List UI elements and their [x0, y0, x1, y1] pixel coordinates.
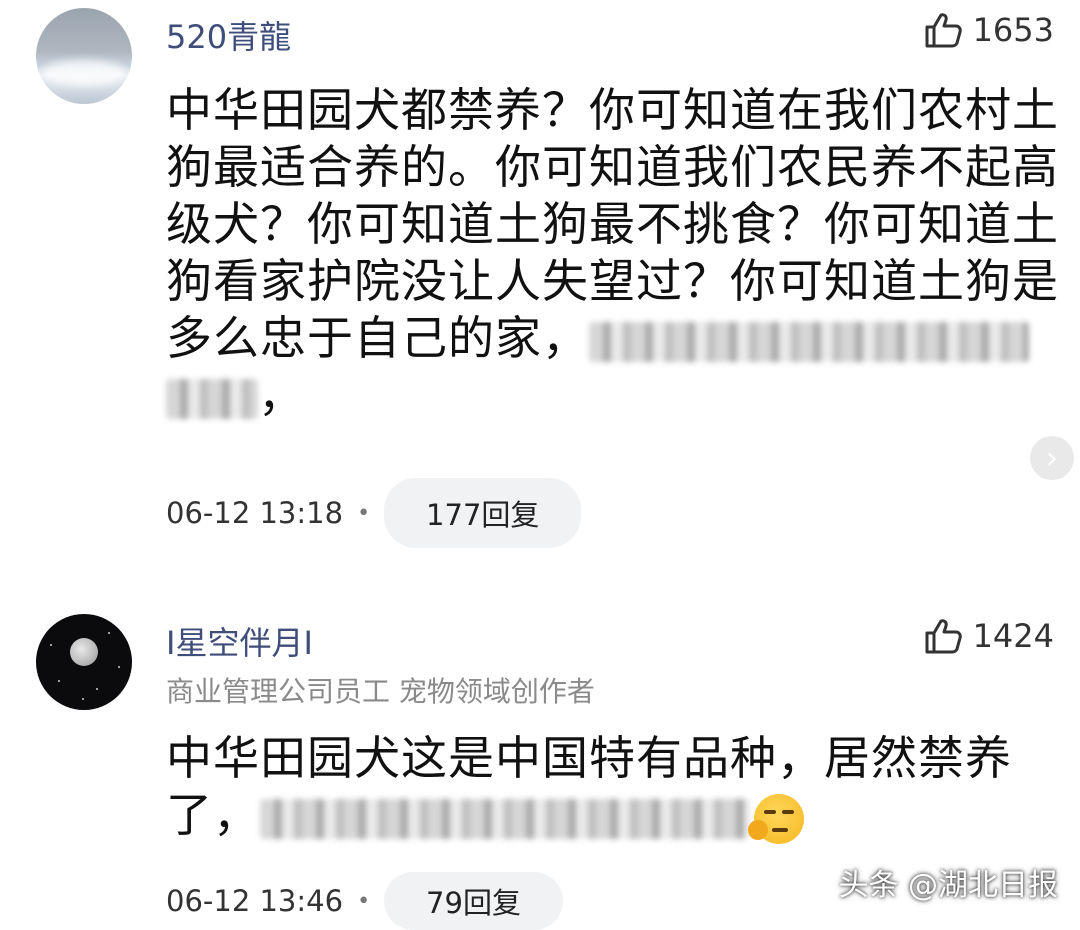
comment-meta: 06-12 13:18 • 177回复 [166, 478, 582, 548]
blurred-text [589, 321, 1029, 362]
comment-line: 中华田园犬都禁养？你可知道在我们农村土 [166, 83, 1059, 137]
moon-icon [70, 638, 98, 666]
source-watermark: 头条 @湖北日报 [838, 868, 1058, 903]
star-icon [82, 698, 84, 700]
comment-text: 中华田园犬这是中国特有品种，居然禁养 了， [166, 730, 1012, 844]
star-icon [50, 644, 52, 646]
star-icon [58, 680, 60, 682]
star-icon [118, 666, 120, 668]
thumbs-up-icon [925, 619, 962, 654]
comment-username[interactable]: I星空伴月I [166, 618, 313, 664]
chevron-right-icon[interactable]: › [1030, 436, 1074, 480]
comment-line: 多么忠于自己的家， [166, 310, 1059, 367]
separator-dot: • [357, 500, 371, 526]
reply-button[interactable]: 79回复 [384, 872, 563, 930]
blurred-text [260, 798, 750, 839]
comment-line: 了， [166, 787, 1012, 844]
comment-line-text: ， [258, 368, 305, 422]
comment-time: 06-12 13:46 [166, 884, 344, 918]
comment-line: 中华田园犬这是中国特有品种，居然禁养 [166, 731, 1012, 785]
reply-button[interactable]: 177回复 [384, 478, 582, 548]
blurred-text [166, 378, 258, 419]
thumbs-up-icon [925, 13, 962, 48]
star-icon [108, 632, 110, 634]
comment-line-text: 多么忠于自己的家， [166, 311, 589, 365]
like-count: 1424 [972, 617, 1054, 655]
comment-line-text: 了， [166, 788, 260, 842]
avatar[interactable] [36, 8, 132, 104]
comment-line: 狗最适合养的。你可知道我们农民养不起高 [166, 140, 1059, 194]
user-bio: 商业管理公司员工 宠物领域创作者 [166, 675, 595, 708]
star-icon [96, 688, 98, 690]
comment-meta: 06-12 13:46 • 79回复 [166, 872, 563, 930]
like-button[interactable]: 1424 [923, 616, 1054, 656]
comment-line: 级犬？你可知道土狗最不挑食？你可知道土 [166, 197, 1059, 251]
comment-username[interactable]: 520青龍 [166, 12, 291, 58]
smirk-thinking-emoji-icon [748, 793, 804, 844]
comment-line: ， [166, 367, 1059, 424]
separator-dot: • [357, 888, 371, 914]
avatar[interactable] [36, 614, 132, 710]
like-count: 1653 [972, 11, 1054, 49]
like-button[interactable]: 1653 [923, 10, 1054, 50]
comment-time: 06-12 13:18 [166, 496, 344, 530]
comment-line: 狗看家护院没让人失望过？你可知道土狗是 [166, 254, 1059, 308]
comment-text: 中华田园犬都禁养？你可知道在我们农村土 狗最适合养的。你可知道我们农民养不起高 … [166, 82, 1059, 424]
